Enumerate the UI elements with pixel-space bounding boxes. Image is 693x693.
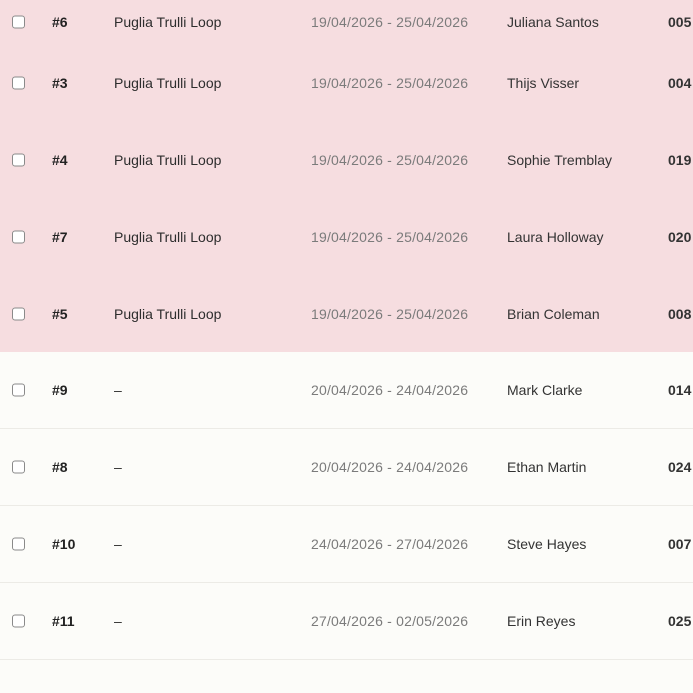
guest-name: Erin Reyes: [507, 613, 576, 629]
date-range: 19/04/2026 - 25/04/2026: [311, 74, 469, 91]
date-range: 27/04/2026 - 02/05/2026: [311, 613, 469, 629]
row-checkbox[interactable]: [12, 383, 25, 397]
date-range: 20/04/2026 - 24/04/2026: [311, 459, 469, 475]
booking-id: #8: [52, 459, 68, 475]
trip-name: Puglia Trulli Loop: [114, 228, 222, 245]
trip-name: Puglia Trulli Loop: [114, 14, 222, 30]
table-row[interactable]: #11 – 27/04/2026 - 02/05/2026 Erin Reyes…: [0, 583, 693, 660]
booking-id: #3: [52, 74, 68, 91]
table-row[interactable]: #5 Puglia Trulli Loop 19/04/2026 - 25/04…: [0, 275, 693, 352]
booking-code: 020: [668, 228, 692, 245]
guest-name: Laura Holloway: [507, 228, 604, 245]
booking-id: #6: [52, 14, 68, 30]
trip-name: Puglia Trulli Loop: [114, 74, 222, 91]
guest-name: Mark Clarke: [507, 382, 583, 398]
booking-code: 008: [668, 305, 692, 322]
booking-code: 007: [668, 536, 692, 552]
guest-name: Brian Coleman: [507, 305, 600, 322]
booking-code: 004: [668, 74, 692, 91]
booking-code: 005: [668, 14, 692, 30]
guest-name: Ethan Martin: [507, 459, 587, 475]
trip-name: Puglia Trulli Loop: [114, 151, 222, 168]
booking-code: 019: [668, 151, 692, 168]
booking-code: 025: [668, 613, 692, 629]
table-row[interactable]: #7 Puglia Trulli Loop 19/04/2026 - 25/04…: [0, 198, 693, 275]
booking-code: 024: [668, 459, 692, 475]
row-checkbox[interactable]: [12, 614, 25, 628]
row-checkbox[interactable]: [12, 76, 25, 89]
date-range: 20/04/2026 - 24/04/2026: [311, 382, 469, 398]
trip-name: –: [114, 382, 122, 398]
row-checkbox[interactable]: [12, 153, 25, 166]
table-row[interactable]: #8 – 20/04/2026 - 24/04/2026 Ethan Marti…: [0, 429, 693, 506]
date-range: 19/04/2026 - 25/04/2026: [311, 14, 469, 30]
booking-id: #4: [52, 151, 68, 168]
table-row[interactable]: #10 – 24/04/2026 - 27/04/2026 Steve Haye…: [0, 506, 693, 583]
guest-name: Sophie Tremblay: [507, 151, 613, 168]
trip-name: Puglia Trulli Loop: [114, 305, 222, 322]
booking-code: 014: [668, 382, 692, 398]
guest-name: Juliana Santos: [507, 14, 599, 30]
guest-name: Steve Hayes: [507, 536, 587, 552]
table-row[interactable]: #6 Puglia Trulli Loop 19/04/2026 - 25/04…: [0, 0, 693, 44]
row-checkbox[interactable]: [12, 307, 25, 320]
booking-id: #10: [52, 536, 76, 552]
trip-name: –: [114, 459, 122, 475]
table-row[interactable]: #3 Puglia Trulli Loop 19/04/2026 - 25/04…: [0, 44, 693, 121]
trip-name: –: [114, 613, 122, 629]
trip-name: –: [114, 536, 122, 552]
booking-id: #11: [52, 613, 75, 629]
bookings-table: #6 Puglia Trulli Loop 19/04/2026 - 25/04…: [0, 0, 693, 660]
booking-id: #5: [52, 305, 68, 322]
booking-id: #9: [52, 382, 68, 398]
date-range: 19/04/2026 - 25/04/2026: [311, 228, 469, 245]
guest-name: Thijs Visser: [507, 74, 580, 91]
date-range: 19/04/2026 - 25/04/2026: [311, 151, 469, 168]
table-row[interactable]: #4 Puglia Trulli Loop 19/04/2026 - 25/04…: [0, 121, 693, 198]
booking-id: #7: [52, 228, 68, 245]
row-checkbox[interactable]: [12, 460, 25, 474]
row-checkbox[interactable]: [12, 15, 25, 29]
row-checkbox[interactable]: [12, 537, 25, 551]
date-range: 19/04/2026 - 25/04/2026: [311, 305, 469, 322]
table-row[interactable]: #9 – 20/04/2026 - 24/04/2026 Mark Clarke…: [0, 352, 693, 429]
row-checkbox[interactable]: [12, 230, 25, 243]
date-range: 24/04/2026 - 27/04/2026: [311, 536, 469, 552]
